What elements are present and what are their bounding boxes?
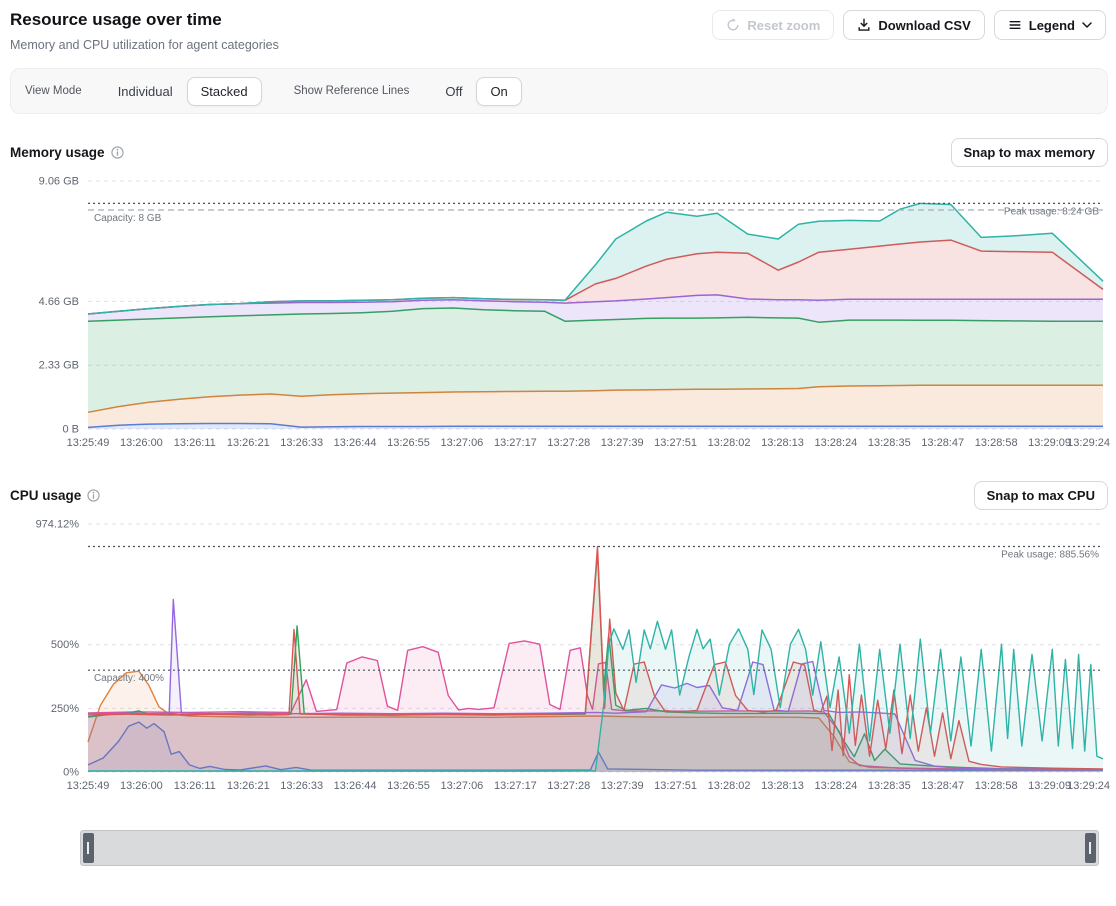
page-title: Resource usage over time xyxy=(10,10,279,30)
svg-text:13:28:58: 13:28:58 xyxy=(975,780,1018,792)
legend-button[interactable]: Legend xyxy=(994,10,1106,40)
svg-text:13:27:17: 13:27:17 xyxy=(494,780,537,792)
svg-text:13:29:24: 13:29:24 xyxy=(1067,437,1110,449)
view-mode-stacked[interactable]: Stacked xyxy=(187,77,262,106)
legend-list-icon xyxy=(1008,18,1022,32)
chevron-down-icon xyxy=(1082,22,1092,28)
svg-text:13:27:39: 13:27:39 xyxy=(601,780,644,792)
memory-usage-chart[interactable]: 0 B 2.33 GB 4.66 GB 9.06 GB 13:25:49 13:26:00… xyxy=(8,173,1110,457)
snap-to-max-memory-button[interactable]: Snap to max memory xyxy=(951,138,1109,167)
svg-text:Peak usage: 8.24 GB: Peak usage: 8.24 GB xyxy=(1004,206,1099,217)
svg-text:2.33 GB: 2.33 GB xyxy=(39,360,79,372)
svg-text:500%: 500% xyxy=(51,639,79,651)
page-header: Resource usage over time Memory and CPU … xyxy=(8,8,1110,52)
show-reference-lines-label: Show Reference Lines xyxy=(294,85,410,97)
snap-to-max-cpu-button[interactable]: Snap to max CPU xyxy=(974,481,1108,510)
resource-usage-dashboard: Resource usage over time Memory and CPU … xyxy=(0,0,1116,884)
svg-text:13:26:00: 13:26:00 xyxy=(120,437,163,449)
time-range-brush[interactable] xyxy=(80,830,1099,866)
svg-text:13:28:13: 13:28:13 xyxy=(761,780,804,792)
legend-label: Legend xyxy=(1029,19,1075,32)
svg-text:13:26:44: 13:26:44 xyxy=(334,780,377,792)
svg-text:13:26:55: 13:26:55 xyxy=(387,437,430,449)
svg-text:13:27:06: 13:27:06 xyxy=(440,780,483,792)
svg-text:Capacity: 8 GB: Capacity: 8 GB xyxy=(94,213,162,224)
svg-text:13:26:21: 13:26:21 xyxy=(227,437,270,449)
svg-text:13:29:24: 13:29:24 xyxy=(1067,780,1110,792)
svg-text:13:26:11: 13:26:11 xyxy=(174,780,216,792)
reset-icon xyxy=(726,18,740,32)
svg-text:13:27:51: 13:27:51 xyxy=(654,780,697,792)
svg-text:13:25:49: 13:25:49 xyxy=(67,780,110,792)
info-icon[interactable] xyxy=(111,146,124,159)
svg-text:13:28:24: 13:28:24 xyxy=(814,780,857,792)
view-mode-label: View Mode xyxy=(25,85,82,97)
svg-text:13:27:51: 13:27:51 xyxy=(654,437,697,449)
svg-text:13:26:33: 13:26:33 xyxy=(280,437,323,449)
svg-text:13:27:17: 13:27:17 xyxy=(494,437,537,449)
info-icon[interactable] xyxy=(87,489,100,502)
svg-text:Peak usage: 885.56%: Peak usage: 885.56% xyxy=(1001,550,1099,561)
svg-text:13:28:58: 13:28:58 xyxy=(975,437,1018,449)
svg-text:13:27:06: 13:27:06 xyxy=(440,437,483,449)
chart-controls-toolbar: View Mode Individual Stacked Show Refere… xyxy=(10,68,1108,114)
svg-text:13:28:47: 13:28:47 xyxy=(921,437,964,449)
svg-text:13:28:02: 13:28:02 xyxy=(708,437,751,449)
page-subtitle: Memory and CPU utilization for agent cat… xyxy=(10,38,279,52)
svg-text:13:28:47: 13:28:47 xyxy=(921,780,964,792)
svg-text:13:29:09: 13:29:09 xyxy=(1028,780,1071,792)
cpu-section-header: CPU usage Snap to max CPU xyxy=(10,481,1108,510)
svg-text:13:28:02: 13:28:02 xyxy=(708,780,751,792)
svg-text:13:26:00: 13:26:00 xyxy=(120,780,163,792)
svg-text:0 B: 0 B xyxy=(62,424,79,436)
svg-text:13:28:35: 13:28:35 xyxy=(868,437,911,449)
svg-text:4.66 GB: 4.66 GB xyxy=(39,296,79,308)
svg-text:13:26:21: 13:26:21 xyxy=(227,780,270,792)
reset-zoom-label: Reset zoom xyxy=(747,19,820,32)
svg-text:13:27:28: 13:27:28 xyxy=(547,437,590,449)
svg-text:13:26:55: 13:26:55 xyxy=(387,780,430,792)
svg-text:9.06 GB: 9.06 GB xyxy=(39,176,79,188)
svg-text:13:27:28: 13:27:28 xyxy=(547,780,590,792)
memory-section-header: Memory usage Snap to max memory xyxy=(10,138,1108,167)
svg-text:13:27:39: 13:27:39 xyxy=(601,437,644,449)
download-csv-button[interactable]: Download CSV xyxy=(843,10,984,40)
header-buttons: Reset zoom Download CSV Legend xyxy=(712,10,1106,40)
svg-text:250%: 250% xyxy=(51,703,79,715)
svg-text:974.12%: 974.12% xyxy=(36,519,80,531)
reset-zoom-button[interactable]: Reset zoom xyxy=(712,10,834,40)
svg-text:13:29:09: 13:29:09 xyxy=(1028,437,1071,449)
svg-text:13:28:35: 13:28:35 xyxy=(868,780,911,792)
cpu-usage-title: CPU usage xyxy=(10,488,100,503)
svg-text:13:28:13: 13:28:13 xyxy=(761,437,804,449)
svg-text:13:25:49: 13:25:49 xyxy=(67,437,110,449)
download-icon xyxy=(857,18,871,32)
cpu-usage-chart[interactable]: 0% 250% 500% 974.12% 13:25:49 13:26:00 13:26:1… xyxy=(8,516,1110,800)
download-csv-label: Download CSV xyxy=(878,19,970,32)
svg-text:13:26:44: 13:26:44 xyxy=(334,437,377,449)
reference-lines-off[interactable]: Off xyxy=(431,77,476,106)
svg-text:13:28:24: 13:28:24 xyxy=(814,437,857,449)
brush-right-handle[interactable] xyxy=(1085,833,1096,863)
reference-lines-on[interactable]: On xyxy=(476,77,521,106)
view-mode-individual[interactable]: Individual xyxy=(104,77,187,106)
memory-usage-title: Memory usage xyxy=(10,145,124,160)
brush-left-handle[interactable] xyxy=(83,833,94,863)
page-heading-block: Resource usage over time Memory and CPU … xyxy=(10,10,279,52)
svg-text:13:26:11: 13:26:11 xyxy=(174,437,216,449)
svg-text:Capacity: 400%: Capacity: 400% xyxy=(94,673,164,684)
svg-text:13:26:33: 13:26:33 xyxy=(280,780,323,792)
svg-text:0%: 0% xyxy=(63,767,79,779)
